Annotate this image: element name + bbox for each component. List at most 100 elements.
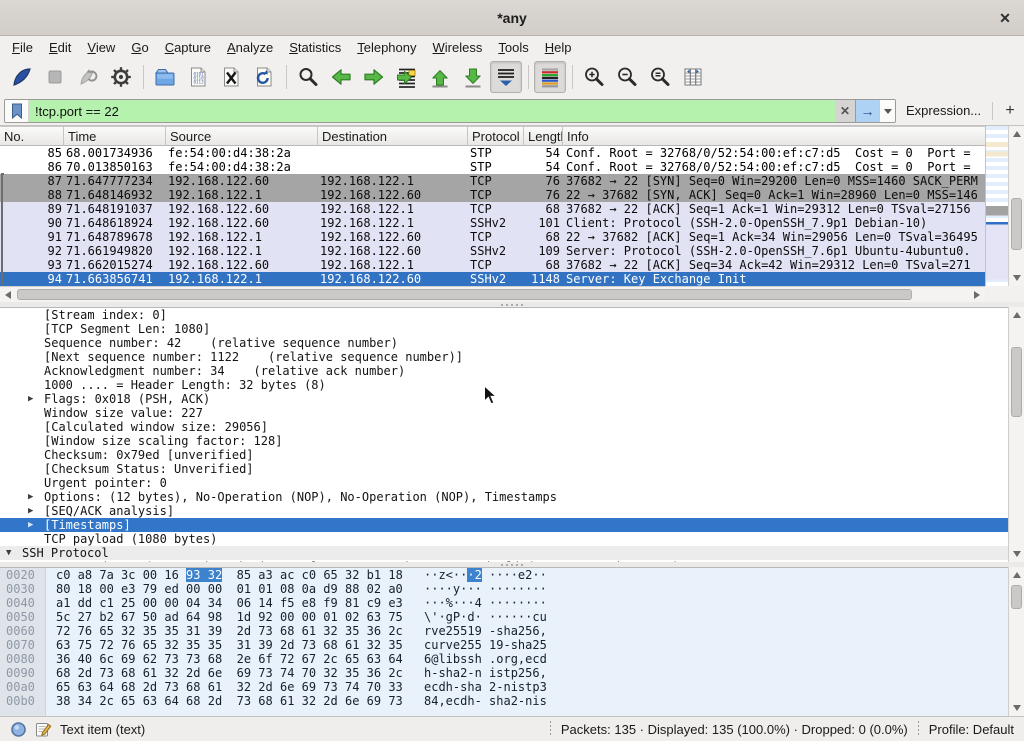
menu-help[interactable]: Help [537, 38, 580, 57]
hex-row[interactable]: 00505c 27 b2 67 50 ad 64 98 1d 92 00 00 … [0, 610, 1008, 624]
detail-line[interactable]: ▶Options: (12 bytes), No-Operation (NOP)… [0, 490, 1008, 504]
packet-list-vscrollbar[interactable] [1008, 126, 1024, 286]
hex-row[interactable]: 008036 40 6c 69 62 73 73 68 2e 6f 72 67 … [0, 652, 1008, 666]
scroll-up-icon[interactable] [1009, 567, 1024, 583]
packet-row[interactable]: 9471.663856741192.168.122.1192.168.122.6… [0, 272, 985, 286]
column-header-protocol[interactable]: Protocol [468, 127, 524, 146]
detail-line[interactable]: Checksum: 0x79ed [unverified] [0, 448, 1008, 462]
detail-line[interactable]: [Next sequence number: 1122 (relative se… [0, 350, 1008, 364]
hex-row[interactable]: 009068 2d 73 68 61 32 2d 6e 69 73 74 70 … [0, 666, 1008, 680]
menu-statistics[interactable]: Statistics [281, 38, 349, 57]
close-file-button[interactable] [215, 61, 247, 93]
scroll-thumb[interactable] [1011, 585, 1022, 609]
packet-row[interactable]: 8971.648191037192.168.122.60192.168.122.… [0, 202, 985, 216]
intelligent-scrollbar-minimap[interactable] [985, 126, 1008, 286]
hex-row[interactable]: 007063 75 72 76 65 32 35 35 31 39 2d 73 … [0, 638, 1008, 652]
packet-list-hscrollbar[interactable] [0, 286, 985, 302]
menu-telephony[interactable]: Telephony [349, 38, 424, 57]
scroll-down-icon[interactable] [1009, 270, 1024, 286]
reload-file-button[interactable] [248, 61, 280, 93]
detail-line[interactable]: Urgent pointer: 0 [0, 476, 1008, 490]
zoom-original-button[interactable] [644, 61, 676, 93]
expander-closed-icon[interactable]: ▶ [28, 504, 33, 518]
column-header-source[interactable]: Source [166, 127, 318, 146]
packet-row[interactable]: 9071.648618924192.168.122.60192.168.122.… [0, 216, 985, 230]
detail-line[interactable]: Window size value: 227 [0, 406, 1008, 420]
packet-row[interactable]: 8771.647777234192.168.122.60192.168.122.… [0, 174, 985, 188]
find-packet-button[interactable] [292, 61, 324, 93]
auto-scroll-button[interactable] [490, 61, 522, 93]
menu-wireless[interactable]: Wireless [425, 38, 491, 57]
hex-row[interactable]: 006072 76 65 32 35 35 31 39 2d 73 68 61 … [0, 624, 1008, 638]
open-file-button[interactable] [149, 61, 181, 93]
scroll-up-icon[interactable] [1009, 126, 1024, 142]
packet-row[interactable]: 8568.001734936fe:54:00:d4:38:2aSTP54Conf… [0, 146, 985, 160]
go-back-button[interactable] [325, 61, 357, 93]
scroll-left-icon[interactable] [0, 287, 16, 303]
profile-status[interactable]: Profile: Default [929, 722, 1024, 737]
detail-line[interactable]: Sequence number: 42 (relative sequence n… [0, 336, 1008, 350]
detail-line[interactable]: ▶[Timestamps] [0, 518, 1008, 532]
hex-row[interactable]: 0020c0 a8 7a 3c 00 16 93 32 85 a3 ac c0 … [0, 568, 1008, 582]
resize-columns-button[interactable] [677, 61, 709, 93]
go-forward-button[interactable] [358, 61, 390, 93]
scroll-down-icon[interactable] [1009, 546, 1024, 562]
go-to-packet-button[interactable] [391, 61, 423, 93]
scroll-down-icon[interactable] [1009, 700, 1024, 716]
bytes-vscrollbar[interactable] [1008, 567, 1024, 716]
display-filter-input[interactable]: !tcp.port == 22 [29, 100, 835, 122]
scroll-right-icon[interactable] [969, 287, 985, 303]
packet-row[interactable]: 8670.013850163fe:54:00:d4:38:2aSTP54Conf… [0, 160, 985, 174]
go-first-button[interactable] [424, 61, 456, 93]
zoom-in-button[interactable] [578, 61, 610, 93]
menu-analyze[interactable]: Analyze [219, 38, 281, 57]
detail-line[interactable]: [Stream index: 0] [0, 308, 1008, 322]
save-file-button[interactable]: 010101100113 [182, 61, 214, 93]
detail-line[interactable]: TCP payload (1080 bytes) [0, 532, 1008, 546]
hex-row[interactable]: 003080 18 00 e3 79 ed 00 00 01 01 08 0a … [0, 582, 1008, 596]
go-last-button[interactable] [457, 61, 489, 93]
column-header-length[interactable]: Length [524, 127, 563, 146]
hex-row[interactable]: 00a065 63 64 68 2d 73 68 61 32 2d 6e 69 … [0, 680, 1008, 694]
packet-row[interactable]: 9271.661949820192.168.122.1192.168.122.6… [0, 244, 985, 258]
menu-view[interactable]: View [79, 38, 123, 57]
packet-row[interactable]: 9171.648789678192.168.122.1192.168.122.6… [0, 230, 985, 244]
add-filter-button[interactable]: + [1000, 100, 1020, 122]
expander-closed-icon[interactable]: ▶ [28, 392, 33, 406]
menu-edit[interactable]: Edit [41, 38, 79, 57]
scroll-thumb[interactable] [1011, 198, 1022, 250]
expression-button[interactable]: Expression... [906, 103, 981, 118]
details-vscrollbar[interactable] [1008, 307, 1024, 562]
column-header-no[interactable]: No. [0, 127, 64, 146]
scroll-up-icon[interactable] [1009, 307, 1024, 323]
detail-line[interactable]: [Checksum Status: Unverified] [0, 462, 1008, 476]
detail-line[interactable]: [TCP Segment Len: 1080] [0, 322, 1008, 336]
detail-line[interactable]: ▼SSH Protocol [0, 546, 1008, 560]
expander-closed-icon[interactable]: ▶ [28, 490, 33, 504]
column-header-time[interactable]: Time [64, 127, 166, 146]
filter-bookmark-button[interactable] [5, 100, 29, 122]
filter-clear-button[interactable]: ✕ [835, 100, 855, 122]
packet-row[interactable]: 9371.662015274192.168.122.60192.168.122.… [0, 258, 985, 272]
column-header-info[interactable]: Info [563, 127, 1008, 146]
expander-closed-icon[interactable]: ▶ [28, 518, 33, 532]
packet-row[interactable]: 8871.648146932192.168.122.1192.168.122.6… [0, 188, 985, 202]
detail-line[interactable]: Acknowledgment number: 34 (relative ack … [0, 364, 1008, 378]
menu-file[interactable]: File [4, 38, 41, 57]
hex-row[interactable]: 0040a1 dd c1 25 00 00 04 34 06 14 f5 e8 … [0, 596, 1008, 610]
column-header-destination[interactable]: Destination [318, 127, 468, 146]
filter-history-dropdown[interactable] [879, 100, 895, 122]
start-capture-button[interactable] [6, 61, 38, 93]
detail-line[interactable]: 1000 .... = Header Length: 32 bytes (8) [0, 378, 1008, 392]
hex-row[interactable]: 00b038 34 2c 65 63 64 68 2d 73 68 61 32 … [0, 694, 1008, 708]
filter-apply-button[interactable]: → [855, 100, 879, 122]
detail-line[interactable]: ▶Flags: 0x018 (PSH, ACK) [0, 392, 1008, 406]
expander-open-icon[interactable]: ▼ [6, 546, 11, 560]
detail-line[interactable]: [Calculated window size: 29056] [0, 420, 1008, 434]
colorize-button[interactable] [534, 61, 566, 93]
menu-capture[interactable]: Capture [157, 38, 219, 57]
scroll-thumb[interactable] [1011, 347, 1022, 417]
zoom-out-button[interactable] [611, 61, 643, 93]
close-window-button[interactable]: ✕ [996, 9, 1014, 27]
menu-go[interactable]: Go [123, 38, 156, 57]
